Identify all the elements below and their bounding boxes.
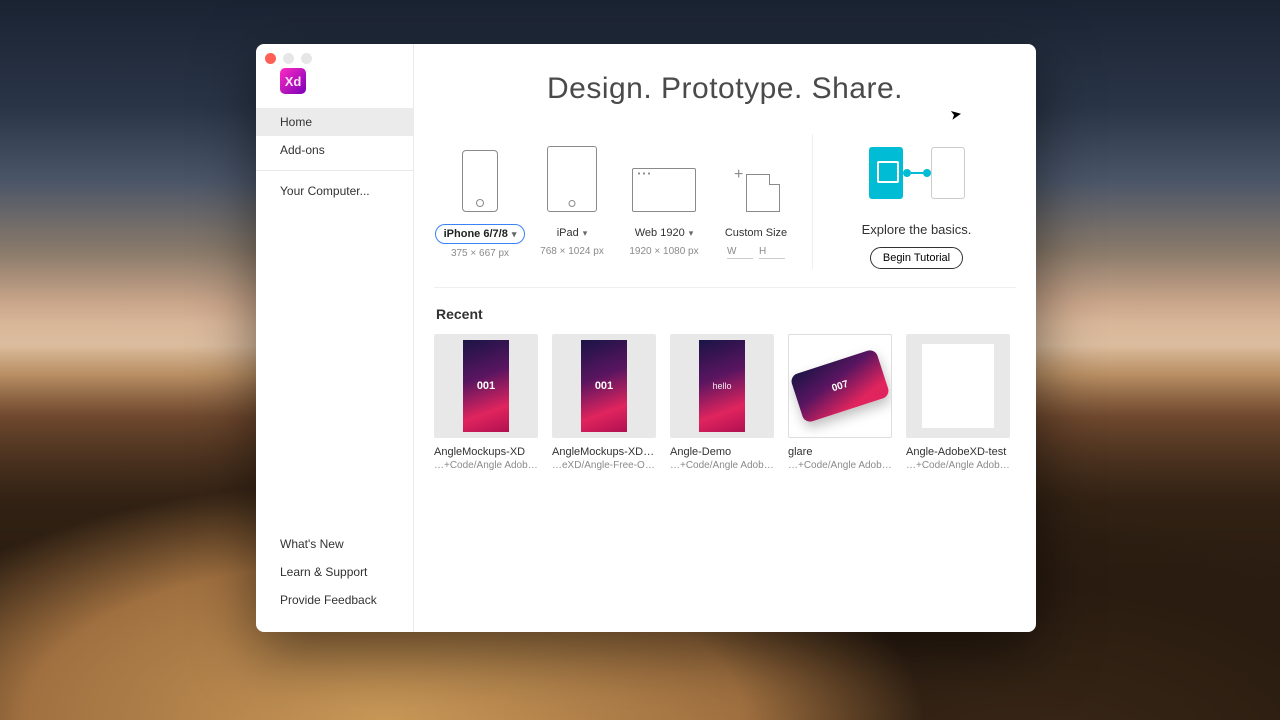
recent-path: …+Code/Angle AdobeXD [906, 460, 1010, 471]
preset-web-label: Web 1920 [635, 227, 685, 239]
recent-path: …+Code/Angle AdobeXD [434, 460, 538, 471]
preset-iphone-dropdown[interactable]: iPhone 6/7/8 ▾ [435, 224, 526, 244]
recent-item[interactable]: hello Angle-Demo …+Code/Angle AdobeXD [670, 334, 774, 471]
recent-path: …+Code/Angle AdobeXD [788, 460, 892, 471]
nav-addons[interactable]: Add-ons [256, 136, 413, 164]
headline: Design. Prototype. Share. [434, 72, 1016, 106]
recent-thumbnail: 001 [552, 334, 656, 438]
welcome-window: Xd Home Add-ons Your Computer... What's … [256, 44, 1036, 632]
chevron-down-icon: ▾ [689, 228, 694, 239]
preset-iphone-label: iPhone 6/7/8 [444, 228, 508, 240]
browser-icon [632, 168, 696, 212]
window-minimize-button[interactable] [283, 53, 294, 64]
nav-whats-new[interactable]: What's New [256, 530, 413, 558]
custom-width-input[interactable]: W [727, 246, 753, 259]
preset-custom-label: Custom Size [717, 224, 795, 242]
preset-web-dropdown[interactable]: Web 1920 ▾ [627, 224, 701, 242]
sidebar: Xd Home Add-ons Your Computer... What's … [256, 44, 414, 632]
tablet-icon [547, 146, 597, 212]
preset-iphone[interactable]: iPhone 6/7/8 ▾ 375 × 667 px [434, 134, 526, 259]
preset-ipad-dim: 768 × 1024 px [540, 246, 604, 257]
recent-thumbnail [906, 334, 1010, 438]
recent-name: Angle-AdobeXD-test [906, 446, 1010, 458]
chevron-down-icon: ▾ [583, 228, 588, 239]
recent-thumbnail: 001 [434, 334, 538, 438]
preset-web[interactable]: Web 1920 ▾ 1920 × 1080 px [618, 134, 710, 257]
window-traffic-lights [265, 53, 312, 64]
plus-icon: + [734, 166, 743, 184]
nav-home[interactable]: Home [256, 108, 413, 136]
preset-ipad[interactable]: iPad ▾ 768 × 1024 px [526, 134, 618, 257]
recent-files-row: 001 AngleMockups-XD …+Code/Angle AdobeXD… [434, 334, 1016, 471]
recent-thumbnail: hello [670, 334, 774, 438]
recent-item[interactable]: Angle-AdobeXD-test …+Code/Angle AdobeXD [906, 334, 1010, 471]
artboard-presets-row: iPhone 6/7/8 ▾ 375 × 667 px iPad ▾ 768 ×… [434, 134, 1016, 288]
window-close-button[interactable] [265, 53, 276, 64]
custom-size-icon: + [732, 164, 780, 212]
recent-path: …+Code/Angle AdobeXD [670, 460, 774, 471]
preset-ipad-label: iPad [557, 227, 579, 239]
recent-item[interactable]: 007 glare …+Code/Angle AdobeXD [788, 334, 892, 471]
preset-web-dim: 1920 × 1080 px [629, 246, 698, 257]
phone-icon [462, 150, 498, 212]
preset-custom[interactable]: + Custom Size W H [710, 134, 802, 259]
nav-learn-support[interactable]: Learn & Support [256, 558, 413, 586]
recent-name: AngleMockups-XD-… [552, 446, 656, 458]
nav-provide-feedback[interactable]: Provide Feedback [256, 586, 413, 614]
recent-item[interactable]: 001 AngleMockups-XD-… …eXD/Angle-Free-Oc… [552, 334, 656, 471]
nav-divider [256, 170, 413, 171]
recent-name: Angle-Demo [670, 446, 774, 458]
recent-heading: Recent [436, 306, 1016, 322]
preset-ipad-dropdown[interactable]: iPad ▾ [549, 224, 596, 242]
recent-item[interactable]: 001 AngleMockups-XD …+Code/Angle AdobeXD [434, 334, 538, 471]
tutorial-graphic [841, 138, 992, 208]
recent-name: glare [788, 446, 892, 458]
recent-name: AngleMockups-XD [434, 446, 538, 458]
tutorial-section: Explore the basics. Begin Tutorial [812, 134, 992, 269]
chevron-down-icon: ▾ [512, 229, 517, 240]
preset-iphone-dim: 375 × 667 px [451, 248, 509, 259]
custom-height-input[interactable]: H [759, 246, 785, 259]
tutorial-card-icon [869, 147, 903, 199]
window-maximize-button[interactable] [301, 53, 312, 64]
nav-your-computer[interactable]: Your Computer... [256, 177, 413, 205]
tutorial-title: Explore the basics. [841, 222, 992, 237]
recent-path: …eXD/Angle-Free-Oct15 [552, 460, 656, 471]
tutorial-card-icon [931, 147, 965, 199]
main-panel: Design. Prototype. Share. iPhone 6/7/8 ▾… [414, 44, 1036, 632]
app-logo: Xd [280, 68, 306, 94]
recent-thumbnail: 007 [788, 334, 892, 438]
cursor-icon: ➤ [949, 105, 964, 124]
begin-tutorial-button[interactable]: Begin Tutorial [870, 247, 963, 269]
